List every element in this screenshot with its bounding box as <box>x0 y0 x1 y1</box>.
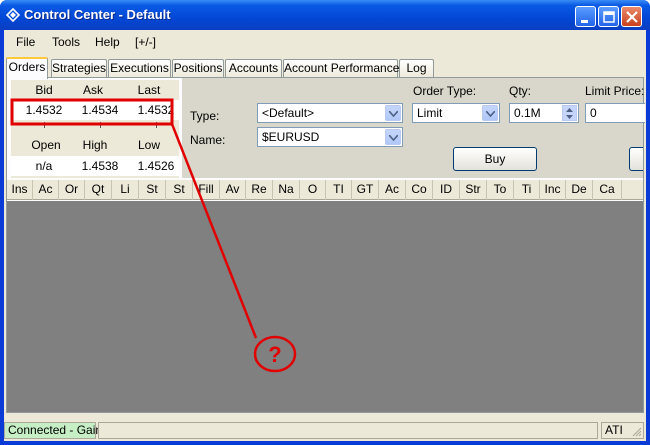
column-header[interactable]: Fill <box>193 180 220 200</box>
low-value: 1.4526 <box>137 159 175 173</box>
orders-grid-header: Ins Ac Or Qt Li St St Fill Av Re Na O TI GT Ac Co ID Str T… <box>7 180 643 200</box>
sell-button[interactable] <box>629 147 643 171</box>
column-header[interactable]: Av <box>220 180 246 200</box>
control-center-window: Control Center - Default File Tools Help… <box>0 0 650 445</box>
ask-value: 1.4534 <box>81 103 119 117</box>
tab-executions[interactable]: Executions <box>108 59 171 78</box>
buy-button[interactable]: Buy <box>453 147 537 171</box>
app-icon <box>6 8 20 22</box>
column-header[interactable]: To <box>487 180 514 200</box>
column-header[interactable]: Qt <box>85 180 112 200</box>
tab-accounts[interactable]: Accounts <box>225 59 282 78</box>
high-value: 1.4538 <box>81 159 119 173</box>
orders-panel: Bid Ask Last 1.4532 1.4534 1.4532 Open H… <box>6 77 645 413</box>
connection-status: Connected - Gain <box>4 422 102 439</box>
qty-stepper[interactable]: 0.1M <box>509 103 579 123</box>
menu-expand-toggle[interactable]: [+/-] <box>135 35 156 49</box>
instrument-name-value: $EURUSD <box>262 130 320 144</box>
close-icon <box>626 11 638 23</box>
column-header[interactable]: Inc <box>540 180 566 200</box>
open-value: n/a <box>35 159 53 173</box>
menu-help[interactable]: Help <box>95 35 120 49</box>
name-label: Name: <box>190 133 226 147</box>
spin-arrows-icon[interactable] <box>562 105 577 121</box>
ati-status-label: ATI <box>605 423 623 437</box>
close-button[interactable] <box>621 6 642 27</box>
tab-strategies[interactable]: Strategies <box>51 59 107 78</box>
status-message-pane <box>98 422 598 439</box>
column-header[interactable]: Ac <box>33 180 59 200</box>
column-header[interactable]: GT <box>352 180 379 200</box>
last-value: 1.4532 <box>137 103 175 117</box>
tab-positions[interactable]: Positions <box>172 59 224 78</box>
instrument-name-select[interactable]: $EURUSD <box>257 127 403 147</box>
qty-value: 0.1M <box>514 106 541 120</box>
minimize-icon <box>581 20 588 23</box>
order-entry-area: Order Type: Qty: Limit Price: Type: <Def… <box>182 78 645 178</box>
column-header[interactable]: St <box>166 180 193 200</box>
tab-log[interactable]: Log <box>399 59 434 78</box>
orders-grid-body[interactable] <box>7 201 643 412</box>
order-type-label: Order Type: <box>413 84 477 98</box>
minimize-button[interactable] <box>575 6 596 27</box>
tab-strip: Orders Strategies Executions Positions A… <box>4 57 646 79</box>
chevron-down-icon[interactable] <box>385 105 401 121</box>
column-header[interactable]: Or <box>59 180 85 200</box>
limit-price-value: 0 <box>590 106 597 120</box>
client-area: File Tools Help [+/-] Orders Strategies … <box>4 30 646 441</box>
type-label: Type: <box>190 109 220 123</box>
bid-label: Bid <box>35 83 53 97</box>
column-header[interactable]: Re <box>246 180 273 200</box>
column-header[interactable]: Str <box>460 180 487 200</box>
type-select-value: <Default> <box>262 106 315 120</box>
last-label: Last <box>137 83 161 97</box>
window-title: Control Center - Default <box>24 7 171 22</box>
ask-tick-mark <box>100 122 101 128</box>
resize-grip-icon[interactable] <box>632 427 642 437</box>
column-header[interactable]: Na <box>273 180 300 200</box>
column-header[interactable]: St <box>139 180 166 200</box>
status-bar: Connected - Gain ATI <box>4 419 646 441</box>
type-select[interactable]: <Default> <box>257 103 403 123</box>
high-label: High <box>82 138 108 152</box>
ask-label: Ask <box>82 83 103 97</box>
column-header[interactable]: De <box>566 180 593 200</box>
quote-panel: Bid Ask Last 1.4532 1.4534 1.4532 Open H… <box>11 80 179 178</box>
title-bar[interactable]: Control Center - Default <box>0 0 650 30</box>
column-header[interactable]: O <box>300 180 326 200</box>
limit-price-label: Limit Price: <box>585 84 645 98</box>
menu-tools[interactable]: Tools <box>52 35 80 49</box>
open-label: Open <box>31 138 61 152</box>
chevron-down-icon[interactable] <box>482 105 498 121</box>
column-header[interactable]: Co <box>406 180 433 200</box>
order-type-select[interactable]: Limit <box>412 103 500 123</box>
menu-bar: File Tools Help [+/-] <box>4 30 646 54</box>
bid-tick-mark <box>44 122 45 128</box>
qty-label: Qty: <box>509 84 532 98</box>
status-right-pane: ATI <box>601 422 644 439</box>
column-header[interactable]: TI <box>326 180 352 200</box>
column-header[interactable]: Ti <box>514 180 540 200</box>
last-tick-mark <box>156 122 157 128</box>
low-label: Low <box>137 138 160 152</box>
maximize-icon <box>603 11 615 23</box>
menu-file[interactable]: File <box>16 35 35 49</box>
column-header[interactable]: Li <box>112 180 139 200</box>
column-header[interactable]: Ac <box>379 180 406 200</box>
column-header[interactable]: ID <box>433 180 460 200</box>
column-header[interactable]: Ins <box>7 180 33 200</box>
tab-orders[interactable]: Orders <box>6 57 48 79</box>
column-header[interactable]: Ca <box>593 180 622 200</box>
tab-account-performance[interactable]: Account Performance <box>283 59 399 78</box>
maximize-button[interactable] <box>598 6 619 27</box>
chevron-down-icon[interactable] <box>385 129 401 145</box>
order-type-select-value: Limit <box>417 106 443 120</box>
bid-value: 1.4532 <box>25 103 63 117</box>
limit-price-input[interactable]: 0 <box>585 103 645 123</box>
